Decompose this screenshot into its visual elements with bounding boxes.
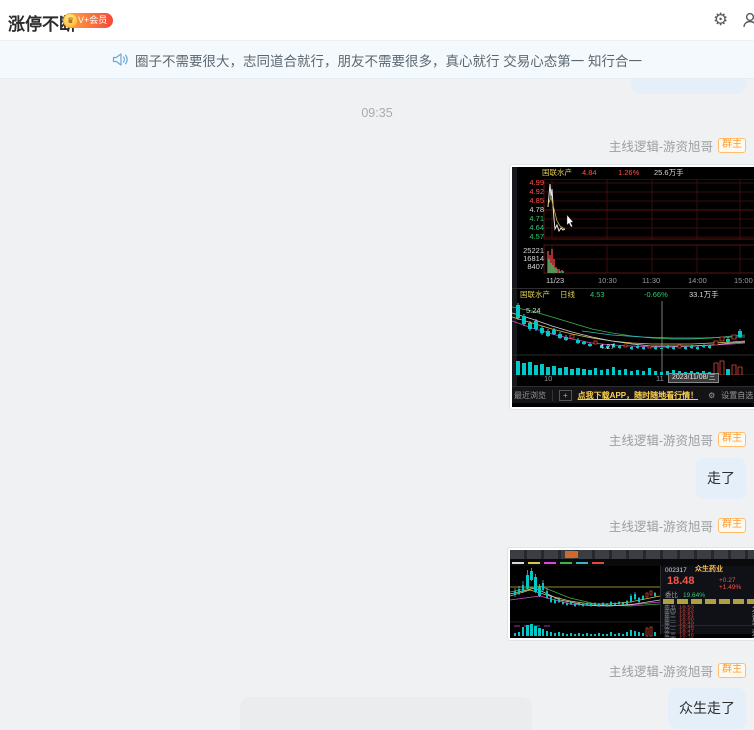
crown-icon: ♛ — [64, 14, 77, 27]
order-book: 卖五18.53411 卖四18.52477 卖三18.51231 卖二18.50… — [661, 606, 754, 638]
message-bubble[interactable]: 众生走了 — [668, 688, 746, 729]
stock-volume: 33.1万手 — [689, 290, 719, 299]
stock-chart-image-zhongsheng[interactable]: 002317 众生药业 18.48 +0.27 +1.49% 委比 19.64%… — [508, 548, 754, 640]
chart-bottom-fill — [512, 403, 754, 407]
price-tick: 4.85 — [529, 196, 544, 205]
recent-button[interactable]: 最近浏览 — [514, 390, 546, 401]
ob-price: 18.45 — [679, 637, 703, 638]
chart-divider — [512, 288, 754, 289]
chat-window: 涨停不断 ♛ V+会员 ⚙ 圈子不需要很大，志同道合就行，朋友不需要很多，真心就行… — [0, 0, 754, 730]
gear-icon[interactable]: ⚙ — [713, 11, 728, 29]
time-tick: 11/23 — [546, 276, 565, 285]
sender-row: 主线逻辑-游资旭哥 群主 — [609, 136, 746, 155]
sender-name[interactable]: 主线逻辑-游资旭哥 — [609, 516, 713, 535]
stock-price: 18.48 — [667, 575, 695, 587]
trading-app-toolbar — [510, 550, 754, 559]
chart-period[interactable]: 日线 — [560, 291, 575, 299]
quote-panel: 002317 众生药业 18.48 +0.27 +1.49% 委比 19.64%… — [660, 566, 754, 638]
stock-change: +0.27 — [719, 577, 736, 584]
price-tick: 4.71 — [529, 214, 544, 223]
time-tick: 11:30 — [642, 276, 661, 285]
sender-row: 主线逻辑-游资旭哥 群主 — [609, 516, 746, 535]
ob-label: 买四 — [664, 637, 679, 638]
stock-name: 国联水产 — [520, 290, 550, 299]
settings-gear-icon: ⚙ — [708, 390, 716, 400]
stock-code: 002317 — [665, 567, 687, 574]
daily-kline-chart — [510, 568, 660, 637]
ob-volume: 820 — [703, 637, 754, 638]
sender-name[interactable]: 主线逻辑-游资旭哥 — [609, 136, 713, 155]
price-tick: 4.99 — [529, 178, 544, 187]
partial-message-bubble[interactable] — [240, 697, 532, 730]
ma-dash — [512, 561, 524, 564]
toolbar-active-chip — [565, 551, 578, 558]
stock-name: 众生药业 — [695, 566, 723, 573]
low-price-label: 4.27 — [600, 342, 615, 351]
stock-pct: +1.49% — [719, 584, 742, 591]
month-tick: 11 — [656, 374, 664, 383]
time-tick: 15:00 — [734, 276, 753, 285]
sender-name[interactable]: 主线逻辑-游资旭哥 — [609, 661, 713, 680]
time-tick: 14:00 — [688, 276, 707, 285]
ma-dash — [528, 561, 540, 564]
stock-chart-content: 002317 众生药业 18.48 +0.27 +1.49% 委比 19.64%… — [510, 550, 754, 638]
vip-badge-label: V+会员 — [78, 15, 108, 25]
stock-name: 国联水产 — [542, 168, 572, 177]
high-price-label: 5.24 — [526, 306, 541, 315]
download-app-link[interactable]: 点我下载APP，随时随地看行情！ — [578, 390, 698, 401]
owner-badge: 群主 — [718, 518, 746, 533]
daily-kline-chart — [512, 301, 754, 375]
speaker-icon — [112, 53, 128, 66]
chart-app-toolbar: 最近浏览 + 点我下载APP，随时随地看行情！ ⚙ 设置自选 — [512, 386, 754, 403]
stock-volume: 25.6万手 — [654, 168, 684, 177]
price-tick: 4.57 — [529, 232, 544, 241]
price-tick: 4.92 — [529, 187, 544, 196]
stock-chart-content: 国联水产 4.84 1.26% 25.6万手 4.99 4.92 4.85 4.… — [512, 167, 754, 407]
header: 涨停不断 ♛ V+会员 ⚙ — [0, 0, 754, 41]
watchlist-settings-button[interactable]: 设置自选 — [721, 390, 753, 401]
ma-values-row — [510, 559, 754, 566]
ma-dash — [560, 561, 572, 564]
ma-dash — [544, 561, 556, 564]
stock-price: 4.53 — [590, 290, 605, 299]
weibi-value: 19.64% — [683, 592, 706, 599]
timestamp: 09:35 — [361, 106, 393, 120]
stock-pct: -0.66% — [644, 290, 668, 299]
banner-strip — [663, 599, 754, 604]
weibi-label: 委比 — [665, 592, 678, 599]
owner-badge: 群主 — [718, 663, 746, 678]
sender-row: 主线逻辑-游资旭哥 群主 — [609, 430, 746, 449]
stock-chart-image-guolian[interactable]: 国联水产 4.84 1.26% 25.6万手 4.99 4.92 4.85 4.… — [510, 165, 754, 409]
vol-tick: 8407 — [527, 262, 544, 271]
members-icon[interactable] — [742, 11, 754, 29]
price-tick: 4.78 — [529, 205, 544, 214]
sender-row: 主线逻辑-游资旭哥 群主 — [609, 661, 746, 680]
toolbar-divider — [552, 389, 553, 401]
orderbook-row: 买四18.45820 — [661, 637, 754, 638]
ma-dash — [592, 561, 604, 564]
message-bubble[interactable]: 走了 — [696, 458, 746, 499]
owner-badge: 群主 — [718, 138, 746, 153]
price-tick: 4.64 — [529, 223, 544, 232]
stock-price: 4.84 — [582, 168, 597, 177]
time-tick: 10:30 — [598, 276, 617, 285]
owner-badge: 群主 — [718, 432, 746, 447]
vip-badge: ♛ V+会员 — [63, 13, 114, 28]
add-button[interactable]: + — [559, 389, 572, 401]
ma-dash — [576, 561, 588, 564]
intraday-chart — [543, 179, 754, 274]
sender-name[interactable]: 主线逻辑-游资旭哥 — [609, 430, 713, 449]
date-label: 2023/11/08/三 — [668, 373, 720, 383]
announcement-text: 圈子不需要很大，志同道合就行，朋友不需要很多，真心就行 交易心态第一 知行合一 — [134, 53, 642, 69]
stock-pct: 1.26% — [618, 168, 640, 177]
month-tick: 10 — [544, 374, 553, 383]
partial-message-bubble[interactable] — [631, 79, 746, 94]
announcement-bar[interactable]: 圈子不需要很大，志同道合就行，朋友不需要很多，真心就行 交易心态第一 知行合一 — [0, 41, 754, 79]
